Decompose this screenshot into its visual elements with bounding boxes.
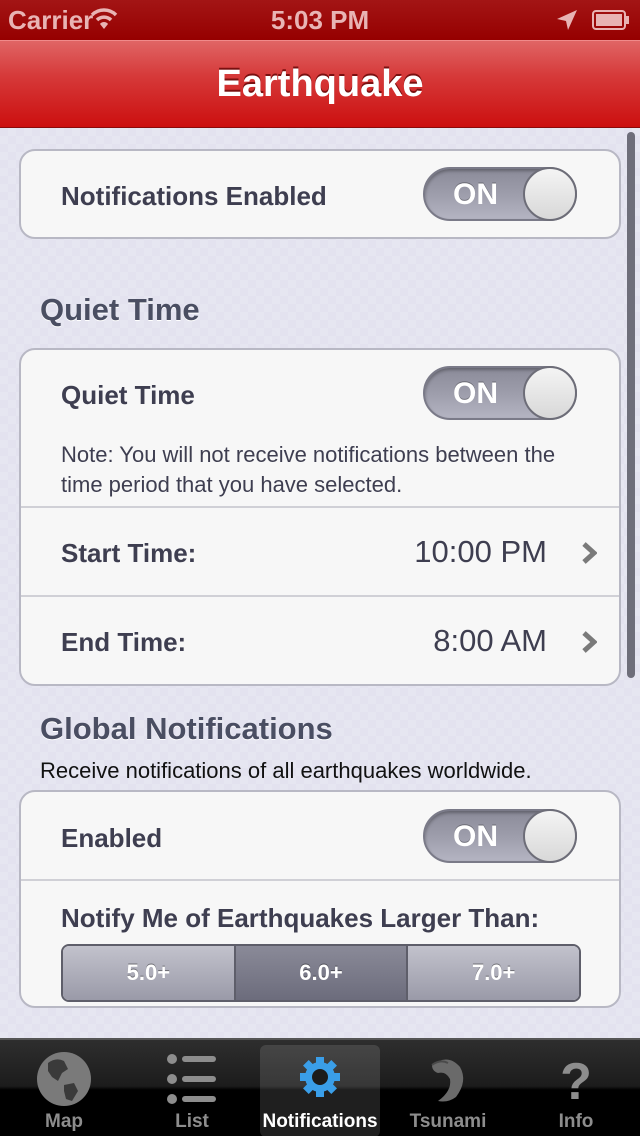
switch-on-label: ON <box>453 820 498 853</box>
global-enabled-label: Enabled <box>61 823 163 853</box>
quiet-time-group: Quiet Time ON Note: You will not receive… <box>19 348 621 686</box>
gear-icon <box>300 1057 340 1097</box>
settings-scroll-view[interactable]: Notifications Enabled ON Quiet Time Quie… <box>0 128 640 1038</box>
tab-bar: Map List Notifications Tsunami ? Info <box>0 1038 640 1136</box>
wave-icon <box>431 1059 464 1102</box>
quiet-time-note: Note: You will not receive notifications… <box>61 442 556 497</box>
segment-6-0[interactable]: 6.0+ <box>235 946 409 1000</box>
tab-label: Info <box>558 1111 594 1132</box>
segment-5-0[interactable]: 5.0+ <box>63 946 236 1000</box>
question-icon: ? <box>560 1053 592 1107</box>
quiet-time-section-title: Quiet Time <box>40 292 200 327</box>
end-time-value: 8:00 AM <box>433 623 547 658</box>
list-icon <box>167 1054 216 1104</box>
end-time-label: End Time: <box>61 627 187 657</box>
quiet-time-label: Quiet Time <box>61 380 195 410</box>
quiet-time-toggle-cell: Quiet Time ON Note: You will not receive… <box>21 350 619 508</box>
start-time-cell[interactable]: Start Time: 10:00 PM <box>21 508 619 597</box>
switch-on-label: ON <box>453 178 498 211</box>
global-notifications-subtitle: Receive notifications of all earthquakes… <box>40 758 532 783</box>
status-time: 5:03 PM <box>270 5 370 35</box>
chevron-right-icon <box>582 542 597 564</box>
notifications-enabled-switch[interactable]: ON <box>423 167 577 221</box>
scrollbar[interactable] <box>627 132 635 678</box>
status-bar: Carrier 5:03 PM <box>0 0 640 40</box>
tab-label: Tsunami <box>409 1111 487 1132</box>
global-enabled-cell: Enabled ON <box>21 792 619 881</box>
tab-map[interactable]: Map <box>4 1045 124 1136</box>
global-enabled-switch[interactable]: ON <box>423 809 577 863</box>
end-time-cell[interactable]: End Time: 8:00 AM <box>21 597 619 684</box>
magnitude-threshold-label: Notify Me of Earthquakes Larger Than: <box>61 903 540 933</box>
battery-icon <box>592 10 629 30</box>
tab-label: List <box>175 1111 209 1132</box>
page-title: Earthquake <box>216 63 424 105</box>
chevron-right-icon <box>582 631 597 653</box>
quiet-time-switch[interactable]: ON <box>423 366 577 420</box>
tab-info[interactable]: ? Info <box>516 1045 636 1136</box>
notifications-enabled-label: Notifications Enabled <box>61 181 327 211</box>
navigation-bar: Earthquake <box>0 40 640 128</box>
switch-knob[interactable] <box>523 809 577 863</box>
globe-icon <box>37 1052 91 1106</box>
svg-text:?: ? <box>560 1053 592 1107</box>
tab-list[interactable]: List <box>132 1045 252 1136</box>
switch-knob[interactable] <box>523 167 577 221</box>
notifications-enabled-group: Notifications Enabled ON <box>19 149 621 239</box>
start-time-value: 10:00 PM <box>414 534 547 569</box>
location-arrow-icon <box>557 10 577 30</box>
start-time-label: Start Time: <box>61 538 197 568</box>
magnitude-threshold-cell: Notify Me of Earthquakes Larger Than: 5.… <box>21 881 619 1006</box>
switch-knob[interactable] <box>523 366 577 420</box>
magnitude-segmented-control: 5.0+ 6.0+ 7.0+ <box>61 944 581 1002</box>
tab-label: Map <box>45 1111 83 1132</box>
tab-notifications[interactable]: Notifications <box>260 1045 380 1136</box>
global-notifications-title: Global Notifications <box>40 711 333 746</box>
notifications-enabled-cell: Notifications Enabled ON <box>21 151 619 237</box>
tab-tsunami[interactable]: Tsunami <box>388 1045 508 1136</box>
switch-on-label: ON <box>453 377 498 410</box>
segment-7-0[interactable]: 7.0+ <box>408 946 579 1000</box>
tab-label: Notifications <box>262 1111 378 1132</box>
global-notifications-group: Enabled ON Notify Me of Earthquakes Larg… <box>19 790 621 1008</box>
